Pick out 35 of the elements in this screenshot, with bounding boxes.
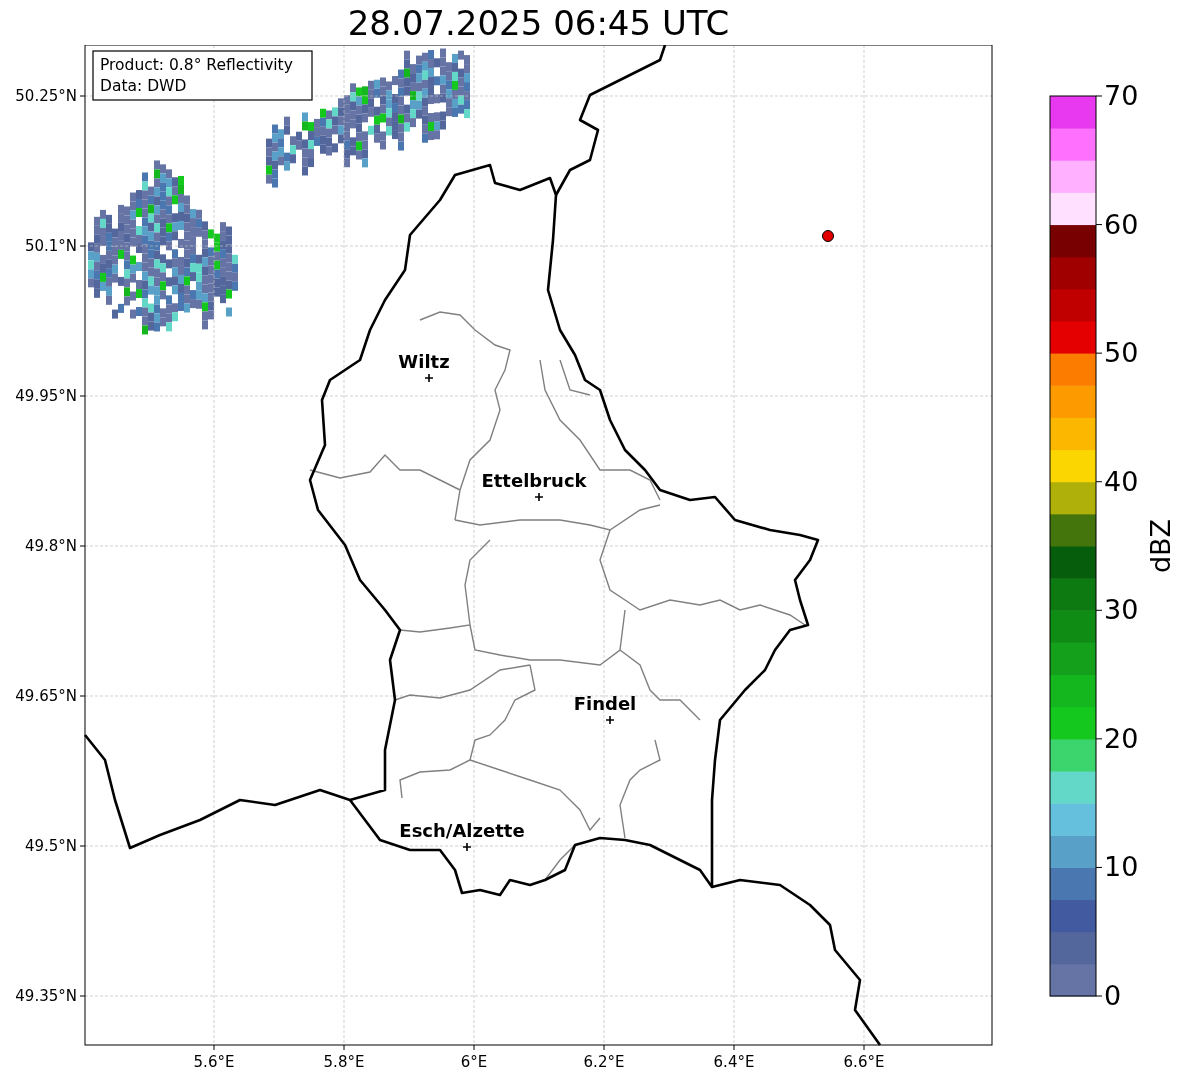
longitude-label: 5.8°E xyxy=(323,1053,365,1071)
colorbar-tick-label: 40 xyxy=(1104,465,1139,497)
colorbar-tick-label: 60 xyxy=(1104,208,1139,240)
city-marker-icon xyxy=(462,842,472,852)
colorbar-tick-label: 70 xyxy=(1104,80,1139,111)
colorbar-tick-label: 30 xyxy=(1104,594,1139,626)
latitude-label: 49.8°N xyxy=(24,537,77,555)
latitude-label: 50.25°N xyxy=(15,87,77,105)
longitude-label: 5.6°E xyxy=(193,1053,235,1071)
city-marker-icon xyxy=(605,715,615,725)
map-title: 28.07.2025 06:45 UTC xyxy=(346,1,731,45)
city-label: Ettelbruck xyxy=(481,470,587,491)
latitude-label: 49.5°N xyxy=(24,837,77,855)
longitude-label: 6°E xyxy=(460,1053,488,1071)
latitude-label: 50.1°N xyxy=(24,237,77,255)
info-text: Data: DWD xyxy=(100,77,187,95)
longitude-label: 6.2°E xyxy=(583,1053,625,1071)
colorbar-tick-label: 50 xyxy=(1104,337,1139,369)
info-text: Product: 0.8° Reflectivity xyxy=(100,56,293,74)
colorbar-label: dBZ xyxy=(1145,518,1176,574)
latitude-label: 49.65°N xyxy=(15,687,77,705)
colorbar-tick-label: 10 xyxy=(1104,851,1139,883)
city-label: Esch/Alzette xyxy=(399,820,525,841)
longitude-label: 6.4°E xyxy=(713,1053,755,1071)
colorbar-tick-label: 20 xyxy=(1104,722,1139,754)
canton-border xyxy=(544,844,576,881)
city-marker-icon xyxy=(424,373,434,383)
city-marker-icon xyxy=(534,492,544,502)
latitude-label: 49.95°N xyxy=(15,387,77,405)
location-dot xyxy=(822,230,834,242)
city-label: Wiltz xyxy=(398,351,450,372)
city-label: Findel xyxy=(573,693,637,714)
colorbar-tick-label: 0 xyxy=(1104,980,1122,1011)
longitude-label: 6.6°E xyxy=(843,1053,885,1071)
latitude-label: 49.35°N xyxy=(15,987,77,1005)
